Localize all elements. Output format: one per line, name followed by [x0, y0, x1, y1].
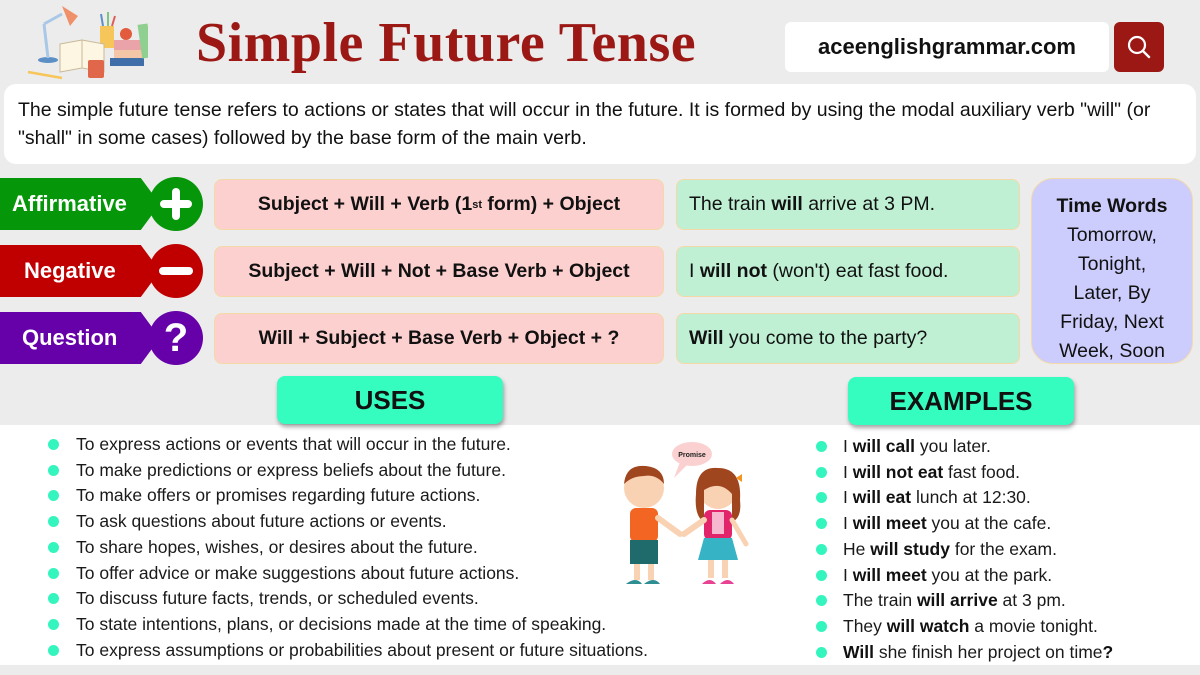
text-segment: a movie tonight. [969, 615, 1098, 636]
plus-icon [149, 177, 203, 231]
text-segment: you at the park. [926, 564, 1053, 585]
text-segment: I [689, 260, 700, 282]
bold-text: will eat [852, 487, 912, 508]
bold-text: will meet [852, 564, 927, 585]
text-segment: for the exam. [949, 538, 1057, 559]
formula-negative: Subject + Will + Not + Base Verb + Objec… [214, 246, 664, 297]
text-segment: I [843, 487, 853, 508]
bold-text: Will [843, 641, 874, 662]
text-segment: arrive at 3 PM. [802, 193, 936, 215]
bold-text: will not eat [852, 461, 944, 482]
list-item: I will meet you at the park. [816, 563, 1113, 589]
text-segment: He [843, 538, 871, 559]
list-item: To express assumptions or probabilities … [48, 638, 648, 664]
bold-text: will watch [886, 615, 970, 636]
site-url-field[interactable]: aceenglishgrammar.com [785, 22, 1109, 72]
bold-text: will study [870, 538, 950, 559]
time-words-box: Time Words Tomorrow, Tonight, Later, By … [1031, 178, 1193, 364]
list-item: He will study for the exam. [816, 537, 1113, 563]
formula-question: Will + Subject + Base Verb + Object + ? [214, 313, 664, 364]
text-segment: The train [843, 590, 917, 611]
list-item: To ask questions about future actions or… [48, 509, 648, 535]
text-segment: I [843, 513, 853, 534]
bold-text: ? [1102, 641, 1114, 662]
list-item: To share hopes, wishes, or desires about… [48, 535, 648, 561]
list-item: To state intentions, plans, or decisions… [48, 612, 648, 638]
example-question: Will you come to the party? [676, 313, 1020, 364]
example-affirmative: The train will arrive at 3 PM. [676, 179, 1020, 230]
list-item: I will meet you at the cafe. [816, 511, 1113, 537]
bold-text: will [771, 193, 803, 215]
examples-heading: EXAMPLES [848, 377, 1074, 425]
list-item: Will she finish her project on time? [816, 640, 1113, 666]
time-words-title: Time Words [1056, 195, 1168, 217]
text-segment: I [843, 461, 853, 482]
time-word-line: Friday, Next [1060, 311, 1164, 333]
site-url-text: aceenglishgrammar.com [817, 34, 1076, 59]
examples-list: I will call you later. I will not eat fa… [816, 434, 1113, 665]
list-item: The train will arrive at 3 pm. [816, 588, 1113, 614]
kids-handshake-illustration-icon: Promise [624, 442, 749, 584]
list-item: They will watch a movie tonight. [816, 614, 1113, 640]
formula-affirmative: Subject + Will + Verb (1 st form) + Objec… [214, 179, 664, 230]
text-segment: lunch at 12:30. [911, 487, 1031, 508]
text-segment: I [843, 436, 853, 456]
time-word-line: Tomorrow, [1067, 224, 1157, 246]
list-item: I will call you later. [816, 434, 1113, 460]
list-item: To make predictions or express beliefs a… [48, 458, 648, 484]
uses-heading: USES [277, 376, 503, 424]
list-item: I will not eat fast food. [816, 460, 1113, 486]
search-icon [1127, 35, 1151, 59]
text-segment: at 3 pm. [997, 590, 1066, 611]
text-segment: The train [689, 193, 772, 215]
text-segment: you later. [914, 436, 991, 456]
text-segment: (won't) eat fast food. [767, 260, 949, 282]
negative-label: Negative [0, 245, 160, 297]
text-segment: I [843, 564, 853, 585]
time-word-line: Later, By [1073, 282, 1151, 304]
uses-list: To express actions or events that will o… [48, 432, 648, 663]
text-segment: fast food. [943, 461, 1021, 482]
list-item: To offer advice or make suggestions abou… [48, 561, 648, 587]
study-desk-illustration-icon [27, 6, 148, 80]
list-item: To discuss future facts, trends, or sche… [48, 586, 648, 612]
text-segment: They [843, 615, 887, 636]
bold-text: will arrive [916, 590, 998, 611]
time-word-line: Tonight, [1077, 253, 1147, 275]
example-negative: I will not (won't) eat fast food. [676, 246, 1020, 297]
text-segment: you come to the party? [723, 327, 928, 349]
minus-icon [149, 244, 203, 298]
text-segment: you at the cafe. [926, 513, 1052, 534]
definition-text: The simple future tense refers to action… [4, 84, 1196, 164]
list-item: To make offers or promises regarding fut… [48, 483, 648, 509]
list-item: I will eat lunch at 12:30. [816, 485, 1113, 511]
list-item: To express actions or events that will o… [48, 432, 648, 458]
bottom-band [0, 665, 1200, 675]
bold-text: will not [699, 260, 767, 282]
question-label: Question [0, 312, 160, 364]
bold-text: will meet [852, 513, 927, 534]
time-word-line: Week, Soon [1059, 340, 1165, 362]
text-segment: she finish her project on time [873, 641, 1103, 662]
page-title: Simple Future Tense [196, 12, 697, 74]
question-mark-icon: ? [149, 311, 203, 365]
search-button[interactable] [1114, 22, 1164, 72]
bold-text: will call [852, 436, 915, 456]
speech-bubble-text: Promise [678, 452, 706, 459]
bold-text: Will [689, 327, 724, 349]
affirmative-label: Affirmative [0, 178, 160, 230]
